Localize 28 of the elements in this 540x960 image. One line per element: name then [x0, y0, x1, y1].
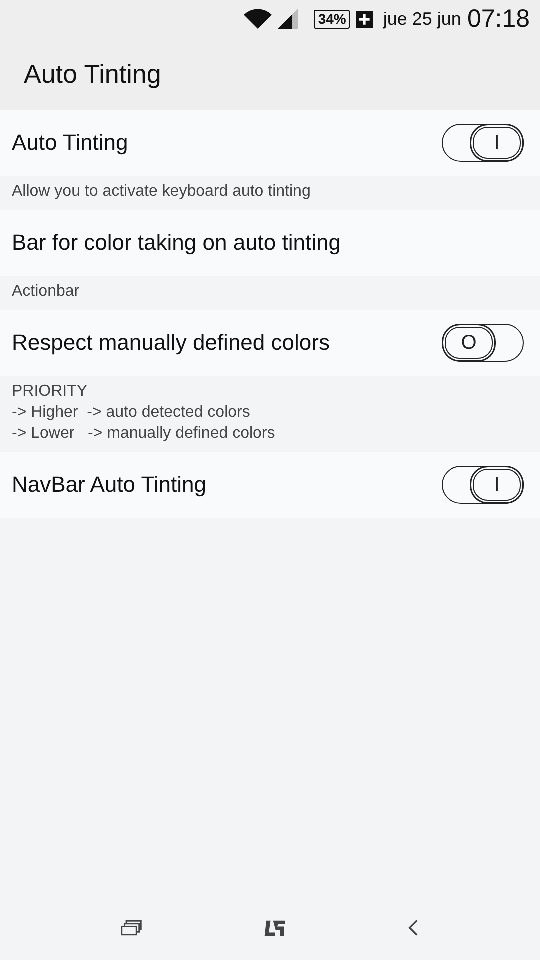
- toggle-switch[interactable]: O: [442, 324, 524, 362]
- setting-title: NavBar Auto Tinting: [12, 472, 206, 498]
- setting-description: Allow you to activate keyboard auto tinting: [12, 182, 312, 202]
- toggle-knob: O: [445, 327, 493, 359]
- setting-title: Respect manually defined colors: [12, 330, 330, 356]
- setting-row[interactable]: Bar for color taking on auto tinting: [0, 210, 540, 276]
- home-icon[interactable]: [264, 920, 286, 936]
- toggle-switch[interactable]: I: [442, 124, 524, 162]
- setting-title: Auto Tinting: [12, 130, 128, 156]
- setting-row[interactable]: Respect manually defined colors O: [0, 310, 540, 376]
- back-icon[interactable]: [408, 919, 420, 937]
- screen-title: Auto Tinting: [24, 58, 162, 90]
- setting-title: Bar for color taking on auto tinting: [12, 230, 341, 256]
- wifi-icon: [244, 9, 272, 29]
- setting-row[interactable]: Auto Tinting I: [0, 110, 540, 176]
- recent-apps-icon[interactable]: [120, 920, 143, 936]
- toggle-knob: I: [473, 127, 521, 159]
- setting-row[interactable]: NavBar Auto Tinting I: [0, 452, 540, 518]
- status-time: 07:18: [467, 4, 530, 34]
- signal-icon: [278, 9, 298, 29]
- setting-description: PRIORITY: [12, 382, 89, 402]
- setting-description: Actionbar: [12, 282, 81, 302]
- setting-description: -> Higher -> auto detected colors: [12, 403, 252, 423]
- toggle-knob: I: [473, 469, 521, 501]
- status-date: jue 25 jun: [383, 8, 462, 30]
- toggle-switch[interactable]: I: [442, 466, 524, 504]
- setting-description: -> Lower -> manually defined colors: [12, 424, 276, 444]
- battery-level: 34%: [314, 10, 350, 28]
